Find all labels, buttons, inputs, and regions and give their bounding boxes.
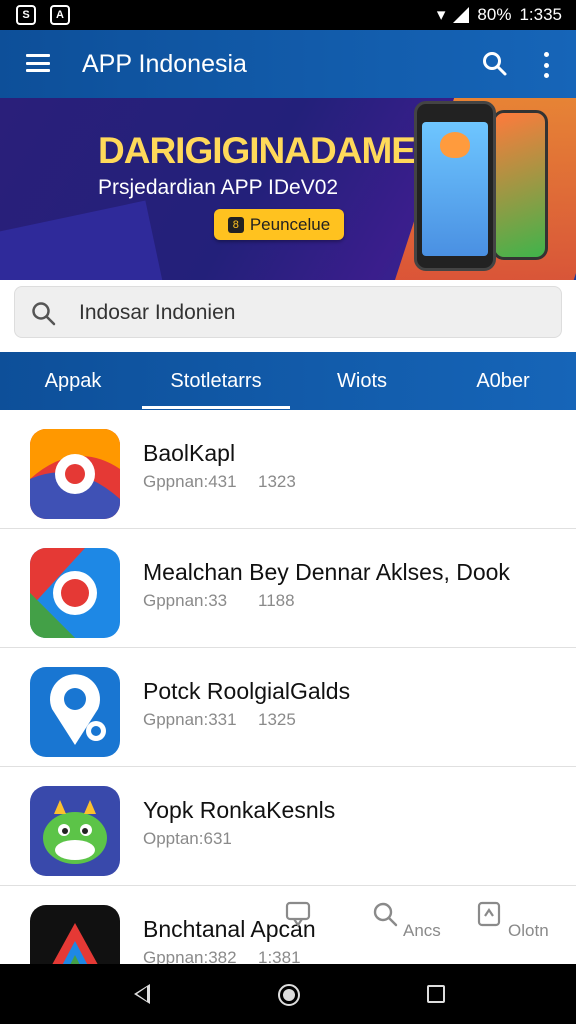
battery-percent: 80% [477,5,512,24]
app-name: Mealchan Bey Dennar Aklses, Dook [143,559,510,585]
phone-illustration [414,101,496,271]
app-meta: Gppnan:331 [143,710,237,729]
app-icon-circle [30,548,120,638]
app-meta: Gppnan:431 [143,472,237,491]
status-bar: S A ▾ 80% 1:335 [0,0,576,30]
tab-appak[interactable]: Appak [30,370,116,393]
app-bar: APP Indonesia [0,30,576,98]
app-meta: Opptan:631 [143,829,232,848]
search-icon [374,902,398,927]
list-item[interactable]: Mealchan Bey Dennar Aklses, Dook Gppnan:… [0,529,576,648]
app-title: APP Indonesia [82,50,247,78]
app-meta: Gppnan:33 [143,591,228,610]
system-nav-bar [0,964,576,1024]
active-tab-indicator [142,406,290,409]
search-action[interactable]: Ancs [366,900,446,941]
app-count: 1325 [258,710,296,729]
banner-button[interactable]: 8 Peuncelue [214,209,344,240]
wifi-icon: ▾ [436,5,446,24]
phone-illustration-back [492,110,548,260]
chat-action[interactable] [258,900,338,941]
tab-wiots[interactable]: Wiots [320,370,404,393]
banner-button-label: Peuncelue [249,214,331,234]
app-count: 1323 [258,472,296,491]
tab-stotletarrs[interactable]: Stotletarrs [142,370,290,393]
back-icon[interactable] [134,984,150,1004]
notification-icon-1: S [16,5,36,25]
search-icon[interactable] [482,51,508,77]
share-action[interactable]: Olotn [472,900,552,941]
app-name: BaolKapl [143,440,236,466]
search-icon [32,302,56,326]
banner-subtitle: Prsjedardian APP IDeV02 [98,176,339,199]
search-input[interactable] [79,299,549,327]
list-item[interactable]: Potck RoolgialGalds Gppnan:331 1325 [0,648,576,767]
app-name: Potck RoolgialGalds [143,678,351,704]
banner-button-icon: 8 [227,216,244,233]
mascot-icon [440,132,470,158]
share-action-label: Olotn [508,921,549,940]
hamburger-menu-icon[interactable] [26,54,50,72]
app-name: Yopk RonkaKesnls [143,797,336,823]
app-icon-dragon [30,786,120,876]
tab-a0ber[interactable]: A0ber [460,370,546,393]
notification-icon-2: A [50,5,70,25]
share-icon [478,901,501,927]
app-count: 1188 [258,591,295,610]
search-action-label: Ancs [403,921,441,940]
app-icon-swirl [30,429,120,519]
list-item[interactable]: BaolKapl Gppnan:431 1323 [0,410,576,529]
recent-apps-icon[interactable] [427,985,445,1003]
home-icon[interactable] [278,984,300,1006]
search-bar[interactable] [14,286,562,338]
chat-icon [285,901,311,927]
list-item[interactable]: Yopk RonkaKesnls Opptan:631 [0,767,576,886]
clock: 1:335 [519,5,562,24]
app-icon-map-pin [30,667,120,757]
signal-icon [453,7,470,23]
tab-bar: Appak Stotletarrs Wiots A0ber [0,352,576,410]
more-options-icon[interactable] [538,52,554,78]
